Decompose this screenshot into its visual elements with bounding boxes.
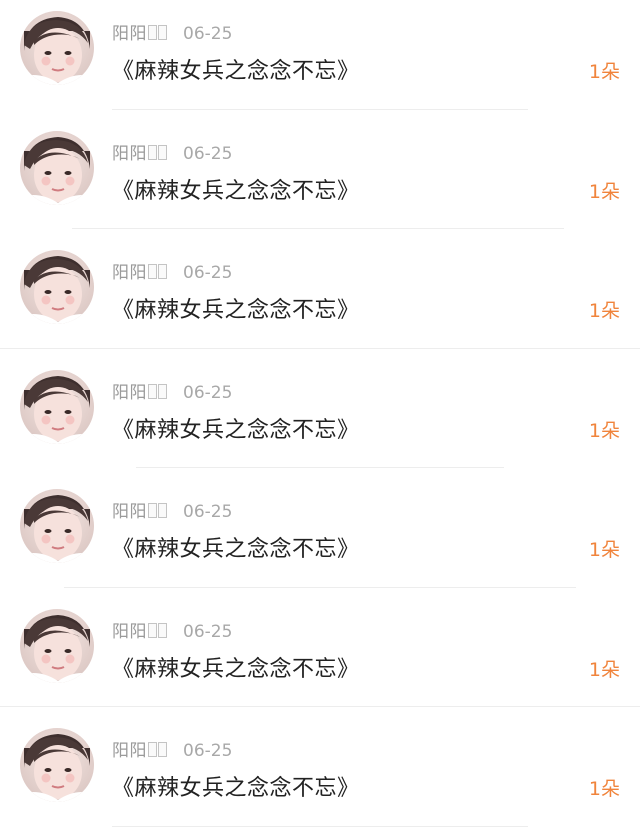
list-item[interactable]: 阳阳 06-25 《麻辣女兵之念念不忘》 1朵 — [0, 120, 640, 240]
avatar-photo — [20, 130, 94, 205]
avatar[interactable] — [20, 728, 94, 802]
divider — [112, 108, 528, 110]
book-title[interactable]: 《麻辣女兵之念念不忘》 — [112, 651, 360, 683]
flower-count: 1朵 — [588, 180, 620, 203]
list-item[interactable]: 阳阳 06-25 《麻辣女兵之念念不忘》 1朵 — [0, 0, 640, 120]
item-meta: 阳阳 06-25 — [112, 139, 233, 164]
flower-count: 1朵 — [588, 539, 620, 561]
username[interactable]: 阳阳 — [112, 263, 147, 283]
avatar[interactable] — [20, 11, 94, 85]
username[interactable]: 阳阳 — [112, 144, 147, 164]
emoji-placeholder-icon — [148, 622, 157, 638]
post-date: 06-25 — [183, 382, 233, 403]
avatar-photo — [20, 11, 94, 85]
item-meta: 阳阳 06-25 — [112, 258, 233, 283]
emoji-placeholder-icon — [148, 264, 157, 279]
avatar[interactable] — [20, 130, 94, 205]
post-date: 06-25 — [183, 263, 233, 283]
emoji-placeholder-icon — [148, 144, 157, 160]
username[interactable]: 阳阳 — [112, 24, 147, 44]
username[interactable]: 阳阳 — [112, 741, 147, 761]
book-title[interactable]: 《麻辣女兵之念念不忘》 — [112, 292, 360, 324]
flower-count: 1朵 — [588, 778, 620, 800]
avatar[interactable] — [20, 369, 94, 444]
post-date: 06-25 — [183, 741, 233, 761]
flower-count: 1朵 — [588, 419, 620, 442]
avatar-photo — [20, 250, 94, 324]
emoji-placeholder-icon — [148, 383, 157, 399]
emoji-placeholder-icon — [158, 25, 167, 40]
item-meta: 阳阳 06-25 — [112, 19, 233, 44]
post-date: 06-25 — [183, 502, 233, 522]
username[interactable]: 阳阳 — [112, 383, 147, 403]
book-title[interactable]: 《麻辣女兵之念念不忘》 — [112, 173, 360, 205]
avatar-photo — [20, 489, 94, 563]
list-item[interactable]: 阳阳 06-25 《麻辣女兵之念念不忘》 1朵 — [0, 478, 640, 598]
post-date: 06-25 — [183, 621, 233, 642]
book-title[interactable]: 《麻辣女兵之念念不忘》 — [112, 770, 360, 802]
emoji-placeholder-icon — [158, 383, 167, 399]
book-title[interactable]: 《麻辣女兵之念念不忘》 — [112, 412, 360, 444]
item-meta: 阳阳 06-25 — [112, 736, 233, 761]
item-meta: 阳阳 06-25 — [112, 497, 233, 522]
list-item[interactable]: 阳阳 06-25 《麻辣女兵之念念不忘》 1朵 — [0, 359, 640, 479]
flower-count: 1朵 — [588, 300, 620, 322]
divider — [0, 347, 640, 349]
gift-list: 阳阳 06-25 《麻辣女兵之念念不忘》 1朵 阳阳 06-25 《麻辣女兵之念… — [0, 0, 640, 832]
post-date: 06-25 — [183, 143, 233, 164]
avatar-photo — [20, 369, 94, 444]
flower-count: 1朵 — [588, 61, 620, 83]
emoji-placeholder-icon — [148, 25, 157, 40]
avatar[interactable] — [20, 608, 94, 683]
avatar-photo — [20, 608, 94, 683]
divider — [0, 706, 640, 707]
avatar-photo — [20, 728, 94, 802]
divider — [136, 467, 504, 468]
avatar[interactable] — [20, 489, 94, 563]
emoji-placeholder-icon — [158, 503, 167, 518]
book-title[interactable]: 《麻辣女兵之念念不忘》 — [112, 53, 360, 85]
username[interactable]: 阳阳 — [112, 502, 147, 522]
emoji-placeholder-icon — [158, 264, 167, 279]
avatar[interactable] — [20, 250, 94, 324]
flower-count: 1朵 — [588, 658, 620, 681]
emoji-placeholder-icon — [158, 742, 167, 757]
emoji-placeholder-icon — [148, 742, 157, 757]
item-meta: 阳阳 06-25 — [112, 378, 233, 403]
list-item[interactable]: 阳阳 06-25 《麻辣女兵之念念不忘》 1朵 — [0, 239, 640, 359]
divider — [112, 825, 528, 827]
divider — [72, 228, 564, 229]
username[interactable]: 阳阳 — [112, 622, 147, 642]
emoji-placeholder-icon — [158, 144, 167, 160]
emoji-placeholder-icon — [148, 503, 157, 518]
list-item[interactable]: 阳阳 06-25 《麻辣女兵之念念不忘》 1朵 — [0, 598, 640, 718]
post-date: 06-25 — [183, 24, 233, 44]
list-item[interactable]: 阳阳 06-25 《麻辣女兵之念念不忘》 1朵 — [0, 717, 640, 837]
item-meta: 阳阳 06-25 — [112, 617, 233, 642]
emoji-placeholder-icon — [158, 622, 167, 638]
divider — [64, 586, 576, 588]
book-title[interactable]: 《麻辣女兵之念念不忘》 — [112, 531, 360, 563]
